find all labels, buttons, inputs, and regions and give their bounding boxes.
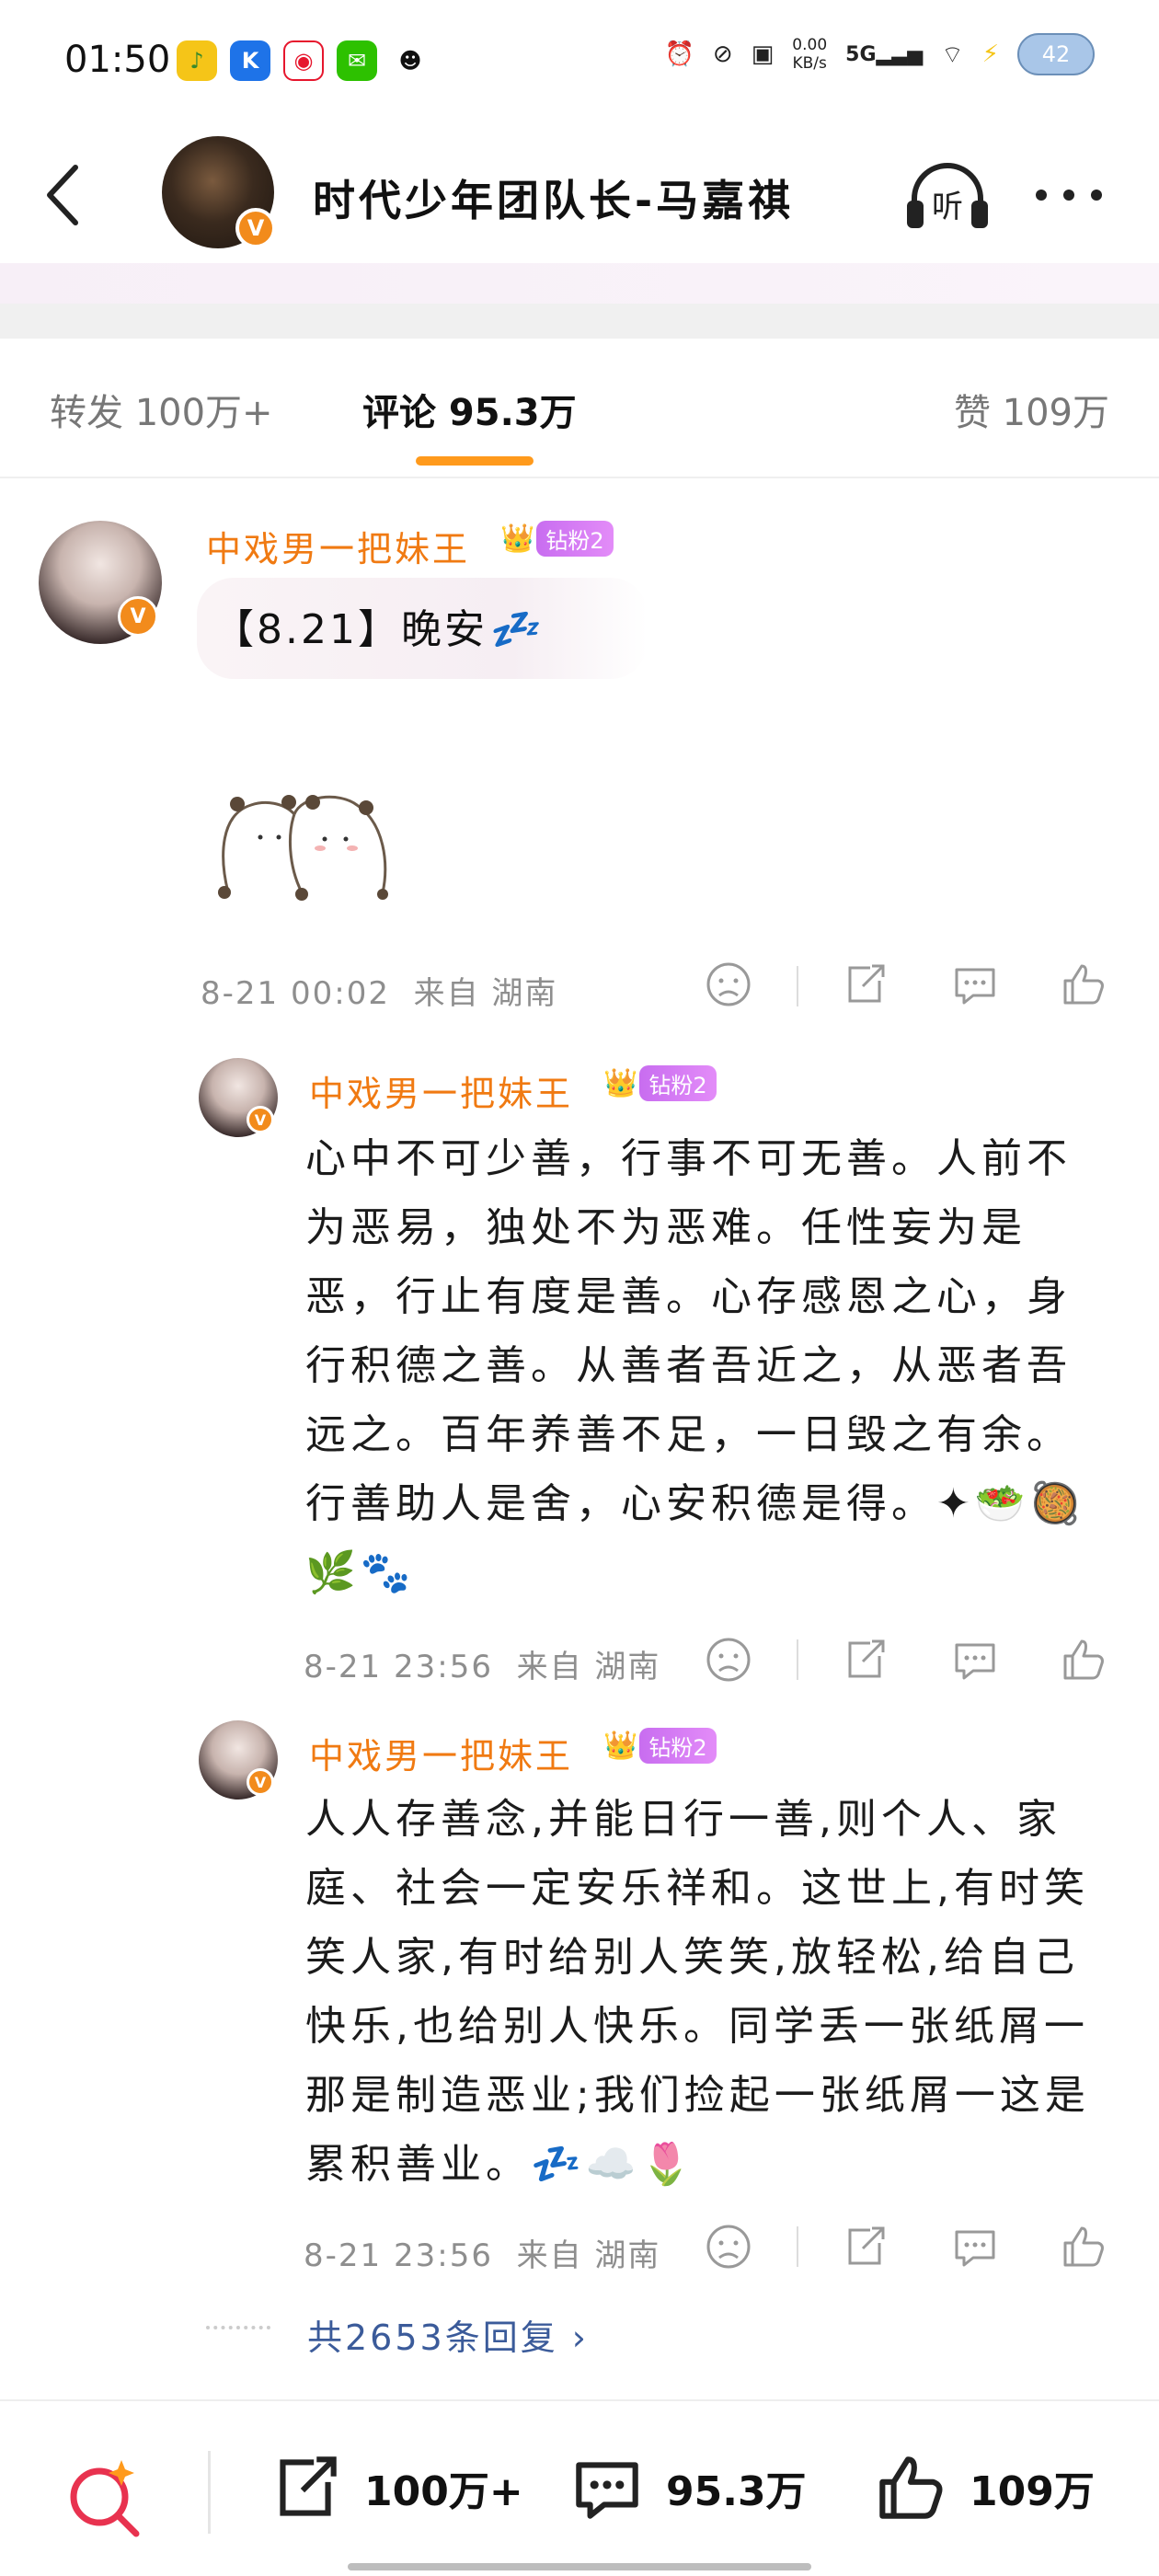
status-bar: 01:50 ♪ K ◉ ✉ ☻ ⏰ ⊘ ▣ 0.00 KB/s 5G▂▃▅ ⌔ …	[0, 0, 1159, 120]
share-icon[interactable]	[837, 1632, 892, 1687]
dislike-face-icon[interactable]	[701, 1632, 756, 1687]
comment-button[interactable]: 95.3万	[565, 2445, 807, 2530]
share-icon	[280, 2456, 337, 2516]
battery-icon: 42	[1017, 33, 1095, 75]
crown-icon: 👑	[603, 1730, 638, 1762]
verified-badge-icon: V	[235, 208, 276, 248]
zzz-emoji: 💤	[487, 606, 541, 653]
svg-text:听: 听	[932, 189, 963, 225]
notification-icons: ♪ K ◉ ✉ ☻	[177, 40, 430, 81]
dislike-face-icon[interactable]	[701, 2219, 756, 2274]
status-time: 01:50	[64, 39, 171, 81]
fan-level-badge: 👑 钻粉2	[603, 1728, 717, 1764]
comment-count: 95.3万	[666, 2468, 807, 2515]
net-speed: 0.00 KB/s	[792, 36, 828, 73]
page-title: 时代少年团队长-马嘉祺	[313, 176, 795, 225]
section-gap	[0, 304, 1159, 339]
fan-badge-label: 钻粉2	[639, 1728, 717, 1764]
view-all-replies-link[interactable]: 共2653条回复 ›	[307, 2309, 589, 2360]
fan-level-badge: 👑 钻粉2	[500, 521, 614, 557]
action-divider	[797, 966, 798, 1006]
tab-bar: 转发 100万+ 评论 95.3万 赞 109万	[0, 339, 1159, 478]
tab-comments[interactable]: 评论 95.3万	[362, 383, 577, 436]
verified-badge-icon: V	[247, 1106, 274, 1133]
dislike-face-icon[interactable]	[701, 957, 756, 1012]
share-icon[interactable]	[837, 2219, 892, 2274]
crown-icon: 👑	[603, 1067, 638, 1099]
charging-icon: ⚡	[981, 40, 999, 68]
bottom-action-bar: 100万+ 95.3万 109万	[0, 2399, 1159, 2576]
like-thumb-icon[interactable]	[1056, 1632, 1111, 1687]
comment-icon[interactable]	[947, 957, 1003, 1012]
reply-username[interactable]: 中戏男一把妹王	[309, 1728, 573, 1778]
comment-username[interactable]: 中戏男一把妹王	[206, 521, 470, 571]
reply-meta: 8-21 23:56 来自 湖南	[304, 2237, 661, 2274]
contact-card-icon: ▣	[751, 40, 775, 68]
comment-text: 【8.21】晚安💤	[213, 606, 541, 653]
header-divider	[0, 263, 1159, 304]
search-sparkle-icon[interactable]	[63, 2455, 151, 2543]
wechat-app-icon: ✉	[337, 40, 377, 81]
reply-text: 人人存善念,并能日行一善,则个人、家庭、社会一定安乐祥和。这世上,有时笑笑人家,…	[305, 1796, 1090, 2188]
share-icon[interactable]	[837, 957, 892, 1012]
repost-count: 100万+	[364, 2468, 523, 2515]
eye-off-icon: ⊘	[712, 40, 733, 68]
tab-likes[interactable]: 赞 109万	[954, 383, 1109, 436]
repost-button[interactable]: 100万+	[263, 2445, 523, 2530]
comment-meta: 8-21 00:02 来自 湖南	[201, 975, 558, 1012]
fan-level-badge: 👑 钻粉2	[603, 1065, 717, 1101]
fan-badge-label: 钻粉2	[536, 521, 614, 557]
headphones-listen-icon[interactable]: 听	[901, 158, 993, 232]
comment-icon[interactable]	[947, 2219, 1003, 2274]
status-right: ⏰ ⊘ ▣ 0.00 KB/s 5G▂▃▅ ⌔ ⚡ 42	[665, 33, 1095, 75]
action-divider	[797, 1639, 798, 1680]
wifi-icon: ⌔	[941, 40, 964, 69]
music-app-icon: ♪	[177, 40, 217, 81]
verified-badge-icon: V	[247, 1768, 274, 1796]
action-divider	[797, 2226, 798, 2267]
like-count: 109万	[970, 2468, 1095, 2515]
alarm-icon: ⏰	[664, 40, 694, 68]
bear-sticker-image[interactable]	[210, 764, 394, 902]
like-thumb-icon[interactable]	[1056, 2219, 1111, 2274]
weibo-app-icon: ◉	[283, 40, 324, 81]
more-options-icon[interactable]	[1032, 184, 1106, 206]
comment-icon	[576, 2462, 638, 2519]
qq-app-icon: ☻	[390, 40, 430, 81]
active-tab-indicator	[416, 456, 534, 466]
like-thumb-icon[interactable]	[1056, 957, 1111, 1012]
verified-badge-icon: V	[118, 596, 158, 637]
replies-dots-divider	[206, 2326, 270, 2329]
like-button[interactable]: 109万	[868, 2445, 1095, 2530]
fan-badge-label: 钻粉2	[639, 1065, 717, 1101]
tab-repost[interactable]: 转发 100万+	[50, 383, 273, 436]
comment-icon[interactable]	[947, 1632, 1003, 1687]
reply-meta: 8-21 23:56 来自 湖南	[304, 1649, 661, 1685]
home-indicator[interactable]	[348, 2563, 811, 2570]
kugou-app-icon: K	[230, 40, 270, 81]
reply-username[interactable]: 中戏男一把妹王	[309, 1065, 573, 1116]
bottom-divider	[208, 2451, 211, 2534]
crown-icon: 👑	[500, 523, 535, 555]
like-thumb-icon	[879, 2456, 943, 2519]
back-arrow-icon[interactable]	[37, 158, 92, 232]
reply-text: 心中不可少善，行事不可无善。人前不为恶易，独处不为恶难。任性妄为是恶，行止有度是…	[305, 1135, 1085, 1596]
signal-icon: 5G▂▃▅	[845, 42, 924, 66]
